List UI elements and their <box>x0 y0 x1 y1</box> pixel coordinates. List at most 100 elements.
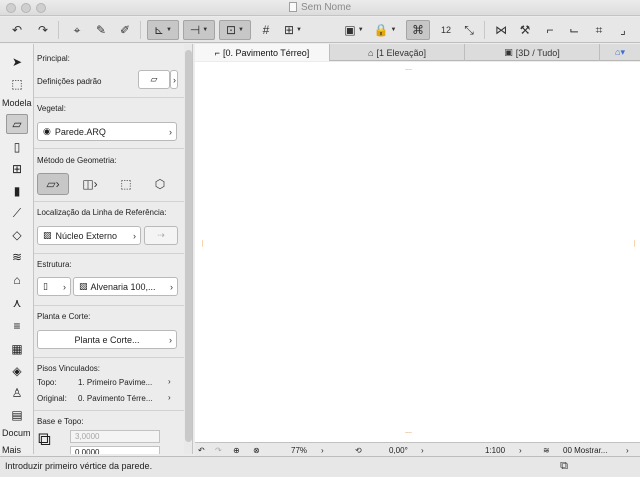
processing-icon[interactable]: ⧉ <box>560 460 568 473</box>
shell-tool-icon[interactable]: ⋏ <box>6 293 28 313</box>
pisos-label: Pisos Vinculados: <box>37 364 100 373</box>
door-tool-icon[interactable]: ▯ <box>6 137 28 157</box>
rotate-icon[interactable]: ⟲ <box>355 444 362 456</box>
hammer-icon[interactable]: ⚒ <box>516 20 534 40</box>
original-label: Original: <box>37 394 67 403</box>
magic-wand-icon[interactable]: ⌘ <box>406 20 430 40</box>
chevron-right-icon[interactable]: › <box>168 393 171 402</box>
basic-structure-icon: ▯ <box>43 281 48 291</box>
syringe-icon[interactable]: ✐ <box>116 20 134 40</box>
navigation-bar: ↶ ↷ ⊕ ⊗ 77% › ⟲ 0,00° › 1:100 › ≋ 00 Mos… <box>195 442 640 456</box>
wall-tool-icon[interactable]: ▱ <box>6 114 28 134</box>
redo-zoom-icon[interactable]: ↷ <box>215 444 222 456</box>
section-divider <box>34 253 184 254</box>
curtain-wall-tool-icon[interactable]: ▦ <box>6 339 28 359</box>
zoom-fit-icon[interactable]: ⊗ <box>253 444 260 456</box>
scale-value[interactable]: 1:100 <box>485 444 505 456</box>
section-divider <box>34 410 184 411</box>
story-icon[interactable]: 12 <box>436 20 456 40</box>
section-divider <box>34 148 184 149</box>
drawing-canvas[interactable]: - - - - - - - - - - - - - - - - <box>195 62 640 442</box>
tab-floor-plan[interactable]: ⌐ [0. Pavimento Térreo] <box>195 44 330 61</box>
adjust-icon[interactable]: ⌗ <box>590 20 608 40</box>
pet-palette-icon[interactable]: ⌖ <box>66 20 88 40</box>
3d-icon: ▣ <box>504 47 513 57</box>
metodo-label: Método de Geometria: <box>37 156 117 165</box>
layer-combo-value[interactable]: 00 Mostrar... <box>563 444 607 456</box>
marquee-tool-icon[interactable]: ⬚ <box>6 74 28 94</box>
status-message: Introduzir primeiro vértice da parede. <box>5 461 153 471</box>
tab-list-menu[interactable]: ⌂▾ <box>600 44 640 61</box>
wall-preview-icon: ▱ <box>150 74 158 84</box>
info-box-scrollbar[interactable] <box>184 44 193 454</box>
coordinate-icon[interactable]: ⊡ ▼ <box>219 20 251 40</box>
scale-dropdown-icon[interactable]: › <box>519 444 522 456</box>
reference-line-select[interactable]: ▨ Núcleo Externo › <box>37 226 141 245</box>
arrow-tool-icon[interactable]: ➤ <box>6 52 28 72</box>
snap-icon[interactable]: ⊣ ▼ <box>183 20 215 40</box>
grid-icon[interactable]: # <box>257 20 275 40</box>
roof-tool-icon[interactable]: ⌂ <box>6 270 28 290</box>
lock-icon[interactable]: 🔒 ▼ <box>372 20 398 40</box>
layer-select[interactable]: ◉ Parede.ARQ › <box>37 122 177 141</box>
floor-plan-icon: ⌐ <box>214 47 220 58</box>
column-tool-icon[interactable]: ▮ <box>6 181 28 201</box>
mesh-tool-icon[interactable]: ≡ <box>6 316 28 336</box>
home-story-value[interactable]: 0. Pavimento Térre... <box>78 394 153 403</box>
morph-tool-icon[interactable]: ◈ <box>6 361 28 381</box>
window-tool-icon[interactable]: ⊞ <box>6 159 28 179</box>
tab-3d[interactable]: ▣ [3D / Tudo] <box>465 44 600 61</box>
right-edge-marker: - - - - <box>631 240 637 246</box>
top-story-value[interactable]: 1. Primeiro Pavime... <box>78 378 152 387</box>
topo-label: Topo: <box>37 378 57 387</box>
geometry-straight-button[interactable]: ▱› <box>37 173 69 195</box>
zoom-in-icon[interactable]: ⊕ <box>233 444 240 456</box>
suspend-groups-icon[interactable]: ⊞ ▼ <box>280 20 306 40</box>
zone-tool-icon[interactable]: ▤ <box>6 405 28 425</box>
planta-label: Planta e Corte: <box>37 312 91 321</box>
default-settings-button[interactable]: ▱ <box>138 70 170 89</box>
trim-icon[interactable]: ⋈ <box>492 20 510 40</box>
eyedropper-icon[interactable]: ✎ <box>92 20 110 40</box>
vegetal-label: Vegetal: <box>37 104 66 113</box>
base-topo-label: Base e Topo: <box>37 417 84 426</box>
geometry-curved-button[interactable]: ◫› <box>74 173 106 195</box>
zoom-value[interactable]: 77% <box>291 444 307 456</box>
toolbar-divider <box>140 21 141 39</box>
angle-dropdown-icon[interactable]: › <box>421 444 424 456</box>
structure-type-select[interactable]: ▯ › <box>37 277 71 296</box>
zoom-dropdown-icon[interactable]: › <box>321 444 324 456</box>
guide-line-icon[interactable]: ⊾ ▼ <box>147 20 179 40</box>
measure-icon[interactable]: ⤡ <box>460 20 478 40</box>
undo-zoom-icon[interactable]: ↶ <box>198 444 205 456</box>
toolbox-more-label: Mais <box>2 445 22 455</box>
chevron-right-icon[interactable]: › <box>168 377 171 386</box>
redo-icon[interactable]: ↷ <box>34 20 52 40</box>
building-material-select[interactable]: ▧ Alvenaria 100,... › <box>73 277 178 296</box>
top-offset-input[interactable]: 3,0000 <box>70 430 160 443</box>
tab-elevation[interactable]: ⌂ [1 Elevação] <box>330 44 465 61</box>
object-tool-icon[interactable]: ♙ <box>6 383 28 403</box>
corner-icon[interactable]: ⌐ <box>541 20 559 40</box>
angle-value[interactable]: 0,00° <box>389 444 408 456</box>
slab-tool-icon[interactable]: ◇ <box>6 225 28 245</box>
layer-icon[interactable]: ▣ ▼ <box>340 20 368 40</box>
layers-icon[interactable]: ≋ <box>543 444 550 456</box>
navigator-icon: ⌂▾ <box>615 47 625 57</box>
layer-combo-dropdown-icon[interactable]: › <box>626 444 629 456</box>
base-offset-input[interactable]: 0,0000 <box>70 446 160 454</box>
toolbox: ➤ ⬚ Modela ▱ ▯ ⊞ ▮ ⟋ ◇ ≋ ⌂ ⋏ ≡ ▦ ◈ ♙ ▤ D… <box>0 44 34 455</box>
stair-tool-icon[interactable]: ≋ <box>6 247 28 267</box>
flip-reference-button[interactable]: ⇢ <box>144 226 178 245</box>
floor-plan-section-button[interactable]: Planta e Corte... › <box>37 330 177 349</box>
geometry-polygon-button[interactable]: ⬡ <box>144 173 176 195</box>
offset-icon[interactable]: ⌟ <box>614 20 632 40</box>
split-icon[interactable]: ⌙ <box>565 20 583 40</box>
geometry-trapezoid-button[interactable]: ⬚ <box>110 173 142 195</box>
default-settings-arrow[interactable]: › <box>170 70 178 89</box>
toolbox-docs-label: Docum <box>2 428 31 438</box>
principal-label: Principal: <box>37 54 70 63</box>
beam-tool-icon[interactable]: ⟋ <box>6 203 28 223</box>
undo-icon[interactable]: ↶ <box>8 20 26 40</box>
scrollbar-thumb[interactable] <box>185 50 192 442</box>
